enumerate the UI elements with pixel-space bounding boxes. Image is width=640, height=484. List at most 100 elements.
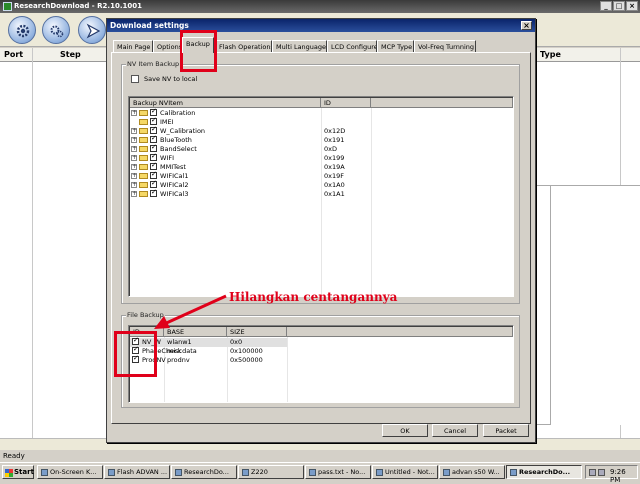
nv-item-checkbox[interactable]	[150, 107, 157, 116]
expand-plus-icon[interactable]: +	[131, 137, 137, 143]
app-icon	[3, 2, 12, 11]
nv-item-checkbox[interactable]	[150, 116, 157, 125]
nv-row-wifical2[interactable]: + WIFICal2 0x1A0	[129, 179, 509, 190]
expand-plus-icon[interactable]: +	[131, 128, 137, 134]
nv-item-name: WIFICal2	[160, 181, 189, 189]
nv-item-checkbox[interactable]	[150, 161, 157, 170]
nv-row-w-calibration[interactable]: + W_Calibration 0x12D	[129, 125, 509, 136]
expand-plus-icon[interactable]: +	[131, 191, 137, 197]
nv-item-checkbox[interactable]	[150, 143, 157, 152]
folder-icon	[139, 119, 148, 125]
status-bar: Ready	[0, 451, 640, 462]
nv-row-wifical3[interactable]: + WIFICal3 0x1A1	[129, 188, 509, 199]
nv-item-id: 0xD	[324, 145, 337, 153]
taskbar-item-researchdownload-1[interactable]: ResearchDo...	[171, 465, 237, 479]
folder-icon	[139, 173, 148, 179]
expand-plus-icon[interactable]: +	[131, 173, 137, 179]
settings-button[interactable]	[42, 16, 70, 44]
tab-main-page[interactable]: Main Page	[113, 40, 153, 52]
nv-row-imei[interactable]: IMEI	[129, 116, 509, 127]
ok-button[interactable]: OK	[382, 424, 428, 437]
save-nv-to-local-checkbox[interactable]	[131, 75, 139, 83]
expand-plus-icon[interactable]: +	[131, 182, 137, 188]
network-icon[interactable]	[589, 469, 596, 476]
nv-row-wifical1[interactable]: + WIFICal1 0x19F	[129, 170, 509, 181]
tab-multi-languages[interactable]: Multi Languages	[272, 40, 327, 52]
nv-column-backup-nvitem[interactable]: Backup NVItem	[130, 98, 321, 108]
clock[interactable]: 9:26 PM	[610, 468, 626, 484]
gear-icon	[16, 24, 30, 38]
file-row-prodnv[interactable]: ProdNV prodnv 0x500000	[129, 354, 509, 365]
task-label: pass.txt - No...	[318, 468, 366, 476]
nv-item-id: 0x19A	[324, 163, 345, 171]
grid-divider	[32, 48, 33, 450]
app-title-bar: ResearchDownload - R2.10.1001 _ □ ×	[0, 0, 640, 13]
folder-icon	[242, 469, 249, 476]
file-backup-list[interactable]: ID BASE SIZE NV_W wlanw1 0x0 PhaseCheck …	[128, 325, 514, 403]
taskbar-item-pass-txt[interactable]: pass.txt - No...	[305, 465, 371, 479]
folder-icon	[139, 146, 148, 152]
nv-item-id: 0x1A1	[324, 190, 345, 198]
file-checkbox-highlight	[114, 331, 157, 377]
expand-plus-icon[interactable]: +	[131, 146, 137, 152]
cancel-button[interactable]: Cancel	[432, 424, 478, 437]
nv-row-wifi[interactable]: + WIFI 0x199	[129, 152, 509, 163]
nv-row-mmitest[interactable]: + MMITest 0x19A	[129, 161, 509, 172]
folder-icon	[139, 155, 148, 161]
file-row-nv-w[interactable]: NV_W wlanw1 0x0	[129, 336, 509, 347]
file-column-empty	[287, 327, 513, 337]
nv-item-list[interactable]: Backup NVItem ID + Calibration IMEI +	[128, 96, 514, 297]
nv-item-id: 0x1A0	[324, 181, 345, 189]
nv-item-checkbox[interactable]	[150, 152, 157, 161]
task-label: ResearchDo...	[184, 468, 229, 476]
taskbar-item-untitled-notepad[interactable]: Untitled - Not...	[372, 465, 438, 479]
tab-lcd-configure[interactable]: LCD Configure	[327, 40, 377, 52]
app-title: ResearchDownload - R2.10.1001	[14, 2, 142, 10]
column-port: Port	[4, 50, 24, 59]
expand-plus-icon[interactable]: +	[131, 164, 137, 170]
tab-options[interactable]: Options	[153, 40, 181, 52]
file-row-phasecheck[interactable]: PhaseCheck miscdata 0x100000	[129, 345, 509, 356]
settings-gear-button[interactable]	[8, 16, 36, 44]
nv-item-name: WIFICal1	[160, 172, 189, 180]
nv-item-id: 0x199	[324, 154, 345, 162]
nv-item-name: Calibration	[160, 109, 196, 117]
tab-backup[interactable]: Backup	[182, 37, 214, 53]
tab-flash-operations[interactable]: Flash Operations	[215, 40, 272, 52]
type-panel-extension	[551, 185, 640, 425]
taskbar-item-flash-advan[interactable]: Flash ADVAN ...	[104, 465, 170, 479]
task-label: advan s50 W...	[452, 468, 500, 476]
nv-row-calibration[interactable]: + Calibration	[129, 107, 509, 118]
nv-item-checkbox[interactable]	[150, 170, 157, 179]
dialog-close-button[interactable]: ×	[521, 21, 532, 30]
nv-item-checkbox[interactable]	[150, 125, 157, 134]
taskbar-item-researchdownload-2[interactable]: ResearchDo...	[506, 465, 582, 479]
expand-plus-icon[interactable]: +	[131, 155, 137, 161]
close-app-button[interactable]: ×	[626, 1, 638, 11]
nv-row-bluetooth[interactable]: + BlueTooth 0x191	[129, 134, 509, 145]
taskbar-item-advan-s50[interactable]: advan s50 W...	[439, 465, 505, 479]
nv-item-name: BlueTooth	[160, 136, 192, 144]
taskbar-item-on-screen-keyboard[interactable]: On-Screen K...	[37, 465, 103, 479]
start-button[interactable]: Start	[2, 465, 34, 479]
nv-item-checkbox[interactable]	[150, 179, 157, 188]
file-item-size: 0x100000	[230, 347, 263, 355]
nv-item-checkbox[interactable]	[150, 134, 157, 143]
packet-button[interactable]: Packet	[483, 424, 529, 437]
nv-item-checkbox[interactable]	[150, 188, 157, 197]
minimize-button[interactable]: _	[600, 1, 612, 11]
tab-mcp-type[interactable]: MCP Type	[377, 40, 414, 52]
expand-plus-icon[interactable]: +	[131, 110, 137, 116]
taskbar-item-z220[interactable]: Z220	[238, 465, 304, 479]
file-column-size[interactable]: SIZE	[227, 327, 287, 337]
folder-icon	[139, 182, 148, 188]
tab-vol-freq-turnning[interactable]: Vol-Freq Turnning	[414, 40, 476, 52]
nv-item-name: WIFICal3	[160, 190, 189, 198]
nv-column-id[interactable]: ID	[321, 98, 371, 108]
maximize-button[interactable]: □	[613, 1, 625, 11]
start-download-button[interactable]	[78, 16, 106, 44]
nv-group-label: NV Item Backup	[126, 60, 181, 68]
nv-row-bandselect[interactable]: + BandSelect 0xD	[129, 143, 509, 154]
volume-icon[interactable]	[598, 469, 605, 476]
task-label: ResearchDo...	[519, 468, 571, 476]
